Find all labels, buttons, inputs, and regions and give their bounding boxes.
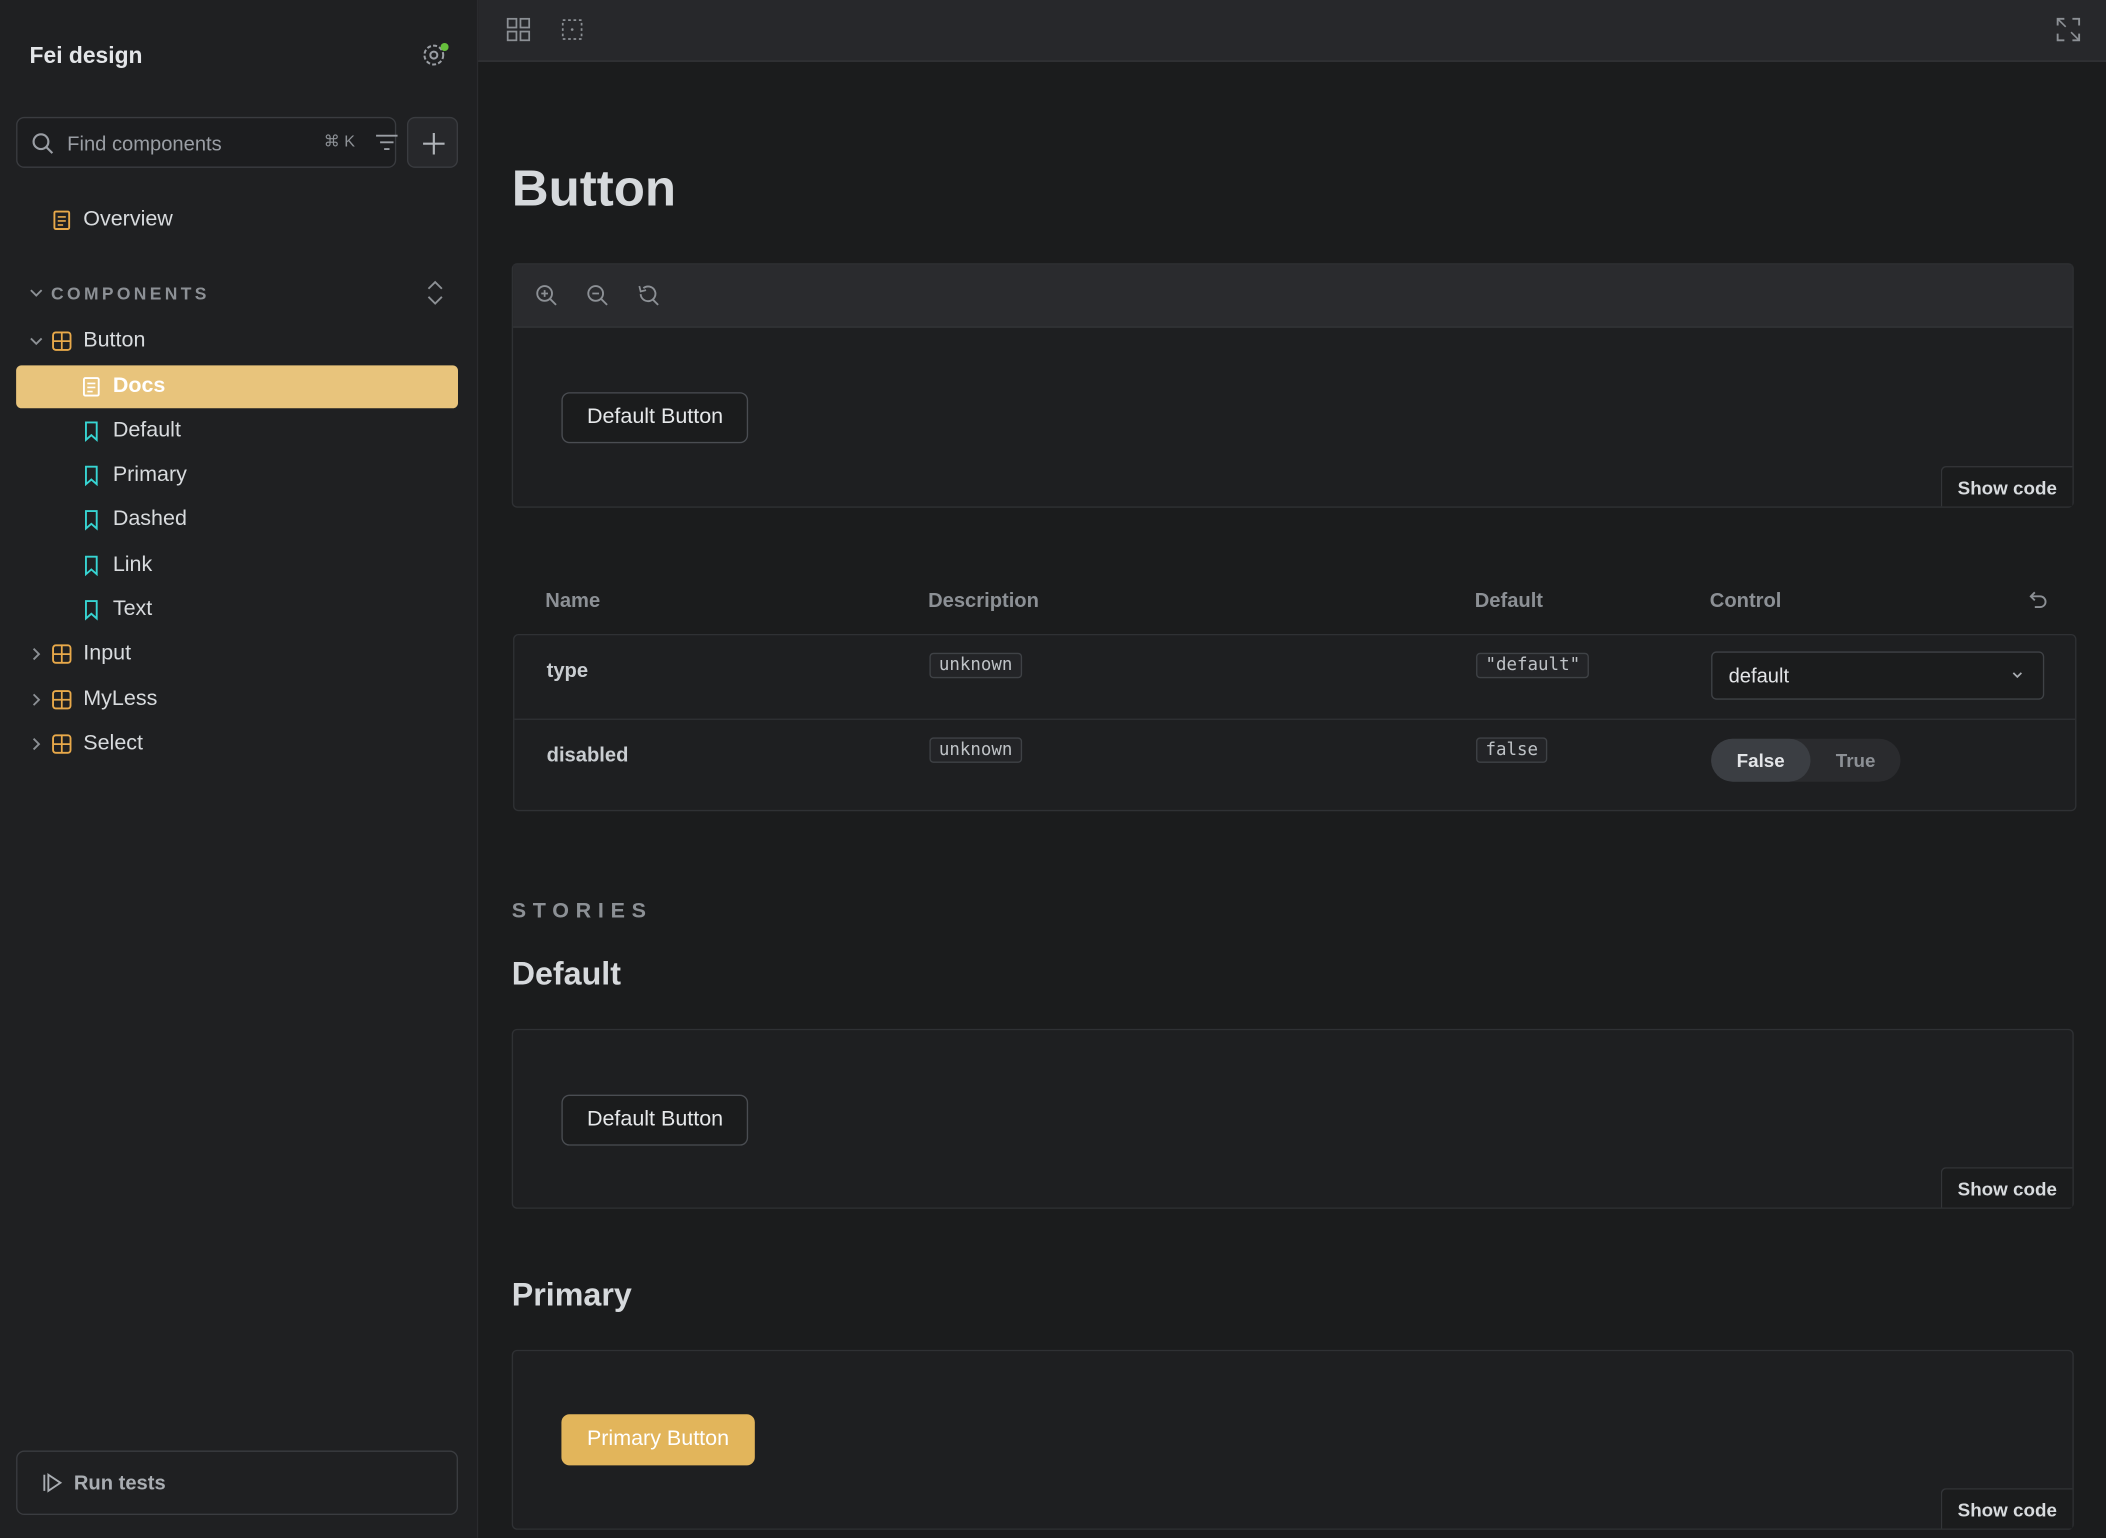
search-box[interactable]: ⌘ K: [16, 116, 399, 170]
component-icon: [52, 734, 72, 754]
docs-preview-canvas: Default Button Show code: [511, 263, 2074, 508]
run-tests-button[interactable]: Run tests: [16, 1450, 459, 1516]
document-icon: [53, 210, 71, 230]
expand-collapse-icon[interactable]: [426, 279, 445, 306]
bookmark-icon: [85, 555, 98, 577]
chevron-right-icon: [32, 738, 41, 751]
canvas-toolbar: [513, 264, 2073, 328]
default-button-preview[interactable]: Default Button: [561, 392, 749, 444]
sidebar-item-overview[interactable]: Overview: [16, 199, 458, 242]
sidebar-item-text[interactable]: Text: [16, 588, 458, 631]
fullscreen-icon[interactable]: [2055, 16, 2082, 43]
arg-name: type: [546, 659, 589, 683]
story-title-primary: Primary: [511, 1277, 632, 1314]
sidebar-item-label: Select: [83, 731, 143, 755]
args-table-body: type unknown "default" default disabled …: [513, 633, 2077, 812]
sidebar-item-myless[interactable]: MyLess: [16, 678, 458, 721]
sidebar-item-label: Link: [112, 553, 153, 577]
sidebar-item-select[interactable]: Select: [16, 723, 458, 766]
sidebar-item-label: Text: [112, 597, 153, 621]
component-icon: [52, 690, 72, 710]
bookmark-icon: [85, 510, 98, 531]
document-icon: [83, 377, 100, 397]
component-icon: [52, 331, 72, 351]
main-content: Button Default Button Show code Name Des…: [476, 0, 2106, 1538]
table-row: type unknown "default" default: [514, 635, 2075, 718]
sidebar-item-dashed[interactable]: Dashed: [16, 498, 458, 541]
outline-icon[interactable]: [559, 16, 586, 43]
column-header-control: Control: [1709, 589, 1782, 613]
zoom-reset-icon[interactable]: [637, 283, 661, 307]
play-icon: [43, 1472, 63, 1493]
column-header-name: Name: [545, 589, 601, 613]
sidebar-item-docs[interactable]: Docs: [16, 365, 459, 409]
sidebar-item-label: Docs: [112, 374, 166, 398]
search-icon: [32, 133, 54, 154]
sidebar-item-label: MyLess: [83, 687, 158, 711]
grid-icon[interactable]: [505, 16, 532, 43]
table-row: disabled unknown false False True: [514, 718, 2076, 804]
arg-description: unknown: [929, 652, 1022, 679]
bookmark-icon: [85, 465, 98, 487]
sidebar-item-primary[interactable]: Primary: [16, 454, 458, 497]
bookmark-icon: [85, 600, 98, 621]
sidebar-item-label: Input: [83, 642, 132, 665]
type-select-value: default: [1728, 664, 1790, 688]
chevron-down-icon: [30, 337, 43, 346]
default-button-story[interactable]: Default Button: [561, 1094, 749, 1146]
type-select[interactable]: default: [1711, 651, 2045, 700]
show-code-button[interactable]: Show code: [1940, 1488, 2073, 1529]
update-badge: [440, 42, 449, 52]
search-input[interactable]: [64, 118, 305, 170]
filter-icon[interactable]: [375, 132, 399, 153]
components-section-header[interactable]: COMPONENTS: [30, 278, 453, 308]
section-label: COMPONENTS: [51, 282, 210, 303]
page-title: Button: [511, 161, 677, 218]
story-canvas-primary: Primary Button Show code: [511, 1349, 2074, 1530]
toggle-true[interactable]: True: [1810, 739, 1901, 782]
sidebar: Fei design ⌘ K: [0, 0, 477, 1538]
sidebar-item-link[interactable]: Link: [16, 544, 458, 587]
sidebar-item-label: Dashed: [112, 507, 187, 531]
preview-toolbar: [478, 0, 2106, 62]
chevron-down-icon: [30, 289, 43, 297]
show-code-button[interactable]: Show code: [1940, 1167, 2073, 1208]
component-icon: [52, 644, 72, 664]
column-header-description: Description: [928, 589, 1039, 613]
search-shortcut: ⌘ K: [323, 131, 356, 151]
sidebar-item-label: Button: [83, 329, 146, 352]
arg-name: disabled: [546, 744, 629, 767]
arg-default: "default": [1476, 652, 1590, 679]
primary-button-story[interactable]: Primary Button: [561, 1414, 755, 1466]
arg-default: false: [1476, 737, 1548, 763]
zoom-in-icon[interactable]: [535, 283, 559, 307]
stories-heading: STORIES: [511, 899, 653, 923]
zoom-out-icon[interactable]: [586, 283, 610, 307]
show-code-button[interactable]: Show code: [1940, 466, 2073, 507]
run-tests-label: Run tests: [73, 1471, 166, 1495]
settings-button[interactable]: [420, 42, 450, 72]
sidebar-item-input[interactable]: Input: [16, 633, 458, 676]
bookmark-icon: [85, 421, 98, 442]
sidebar-item-label: Overview: [83, 208, 173, 232]
brand-title[interactable]: Fei design: [30, 43, 143, 70]
sidebar-item-label: Primary: [112, 463, 187, 487]
chevron-down-icon: [2012, 672, 2022, 679]
args-table-header: Name Description Default Control: [512, 571, 2077, 635]
sidebar-item-button[interactable]: Button: [16, 320, 458, 363]
chevron-right-icon: [32, 693, 41, 706]
arg-description: unknown: [929, 737, 1022, 763]
chevron-right-icon: [32, 648, 41, 661]
undo-icon[interactable]: [2027, 588, 2048, 609]
sidebar-item-label: Default: [112, 419, 181, 442]
sidebar-item-default[interactable]: Default: [16, 410, 458, 453]
plus-icon: [423, 132, 445, 155]
column-header-default: Default: [1474, 589, 1544, 613]
story-title-default: Default: [511, 956, 621, 993]
story-canvas-default: Default Button Show code: [511, 1028, 2074, 1209]
disabled-toggle: False True: [1711, 738, 1902, 782]
create-button[interactable]: [406, 116, 459, 168]
toggle-false[interactable]: False: [1711, 738, 1811, 782]
